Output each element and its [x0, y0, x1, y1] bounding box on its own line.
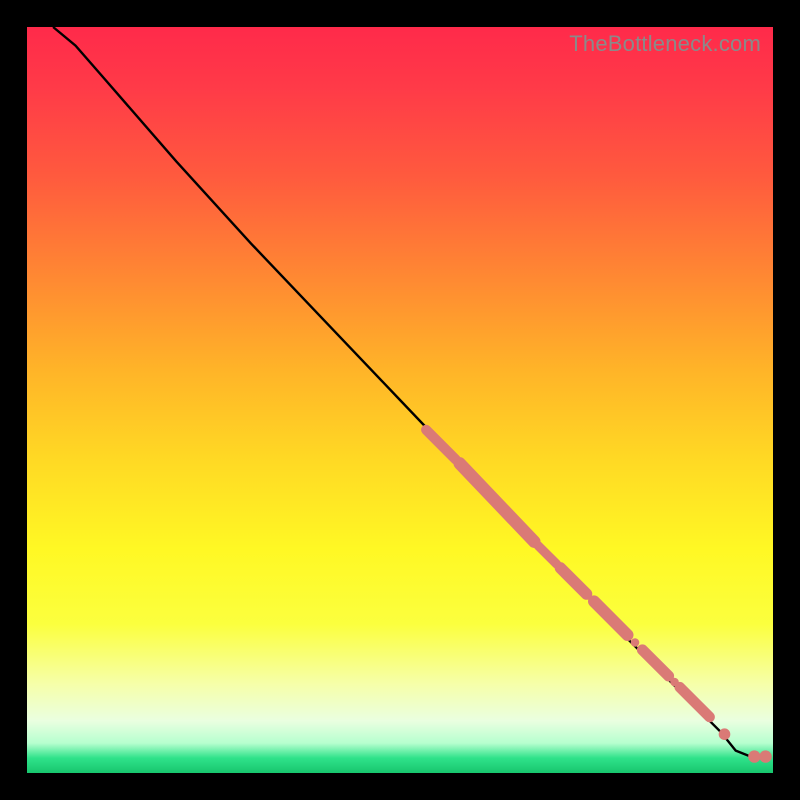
chart-dot — [670, 678, 679, 687]
chart-overlay-svg — [27, 27, 773, 773]
chart-stage: TheBottleneck.com — [0, 0, 800, 800]
chart-dot — [719, 728, 731, 740]
chart-dot — [748, 750, 760, 762]
chart-segment — [594, 601, 628, 635]
chart-dot — [759, 750, 771, 762]
chart-curve — [53, 27, 765, 758]
chart-dot — [631, 638, 640, 647]
chart-segment — [560, 568, 586, 594]
chart-segment — [426, 430, 456, 460]
chart-segment — [460, 463, 535, 541]
chart-plot-area: TheBottleneck.com — [27, 27, 773, 773]
chart-segment — [642, 650, 668, 676]
chart-dot — [701, 709, 711, 719]
chart-segment — [538, 546, 557, 565]
chart-segments — [426, 430, 709, 717]
